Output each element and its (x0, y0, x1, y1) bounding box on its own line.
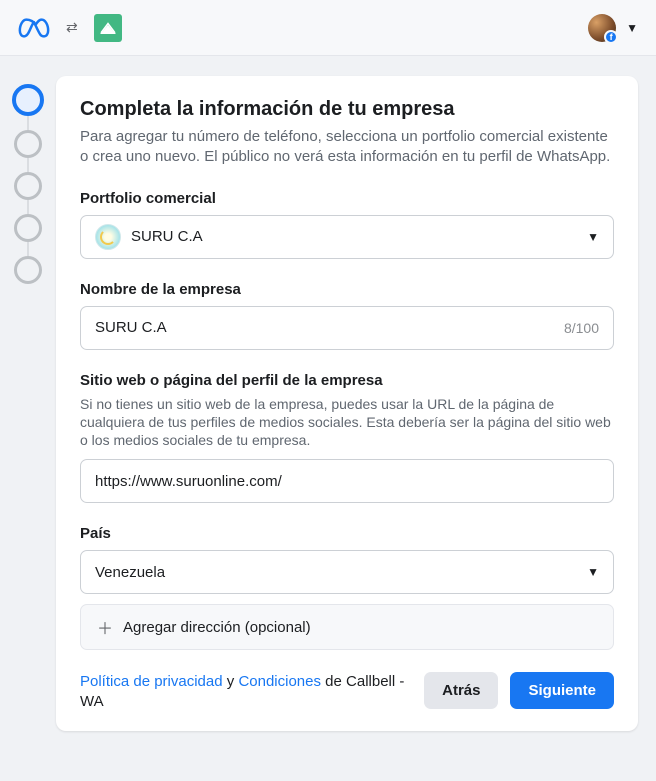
chevron-down-icon: ▼ (587, 230, 599, 244)
website-input[interactable] (95, 473, 599, 490)
website-field[interactable] (80, 459, 614, 503)
step-connector (27, 116, 29, 130)
card-footer: Política de privacidad y Condiciones de … (80, 672, 614, 713)
facebook-badge-icon: f (604, 30, 618, 44)
header-left-group: ⇄ (18, 14, 122, 42)
company-name-counter: 8/100 (564, 320, 599, 336)
step-2 (14, 130, 42, 158)
plus-icon: ＋ (97, 615, 113, 639)
country-select[interactable]: Venezuela ▼ (80, 550, 614, 594)
country-label: País (80, 525, 614, 542)
step-3 (14, 172, 42, 200)
step-5 (14, 256, 42, 284)
legal-and: y (223, 673, 239, 690)
company-name-input[interactable] (95, 319, 556, 336)
website-help-text: Si no tienes un sitio web de la empresa,… (80, 395, 614, 450)
portfolio-label: Portfolio comercial (80, 190, 614, 207)
portfolio-select[interactable]: SURU C.A ▼ (80, 215, 614, 259)
account-menu[interactable]: f (588, 14, 616, 42)
terms-link[interactable]: Condiciones (238, 673, 321, 690)
step-4 (14, 214, 42, 242)
company-name-label: Nombre de la empresa (80, 281, 614, 298)
portfolio-selected-value: SURU C.A (131, 228, 203, 245)
chevron-down-icon: ▼ (587, 565, 599, 579)
header-right-group: f ▼ (588, 14, 638, 42)
back-button[interactable]: Atrás (424, 672, 498, 709)
swap-icon[interactable]: ⇄ (62, 15, 82, 40)
step-1 (12, 84, 44, 116)
country-selected-value: Venezuela (95, 564, 165, 581)
company-name-field[interactable]: 8/100 (80, 306, 614, 350)
business-info-card: Completa la información de tu empresa Pa… (56, 76, 638, 731)
app-badge-icon[interactable] (94, 14, 122, 42)
page-subtitle: Para agregar tu número de teléfono, sele… (80, 127, 614, 168)
next-button[interactable]: Siguiente (510, 672, 614, 709)
add-address-button[interactable]: ＋ Agregar dirección (opcional) (80, 604, 614, 650)
meta-logo-icon (18, 18, 50, 38)
legal-text: Política de privacidad y Condiciones de … (80, 672, 412, 713)
portfolio-logo-icon (95, 224, 121, 250)
step-connector (27, 200, 29, 214)
add-address-label: Agregar dirección (opcional) (123, 619, 311, 636)
step-connector (27, 158, 29, 172)
progress-stepper (8, 76, 48, 731)
privacy-policy-link[interactable]: Política de privacidad (80, 673, 223, 690)
page-title: Completa la información de tu empresa (80, 98, 614, 121)
app-header: ⇄ f ▼ (0, 0, 656, 56)
chevron-down-icon[interactable]: ▼ (626, 21, 638, 35)
website-label: Sitio web o página del perfil de la empr… (80, 372, 614, 389)
step-connector (27, 242, 29, 256)
